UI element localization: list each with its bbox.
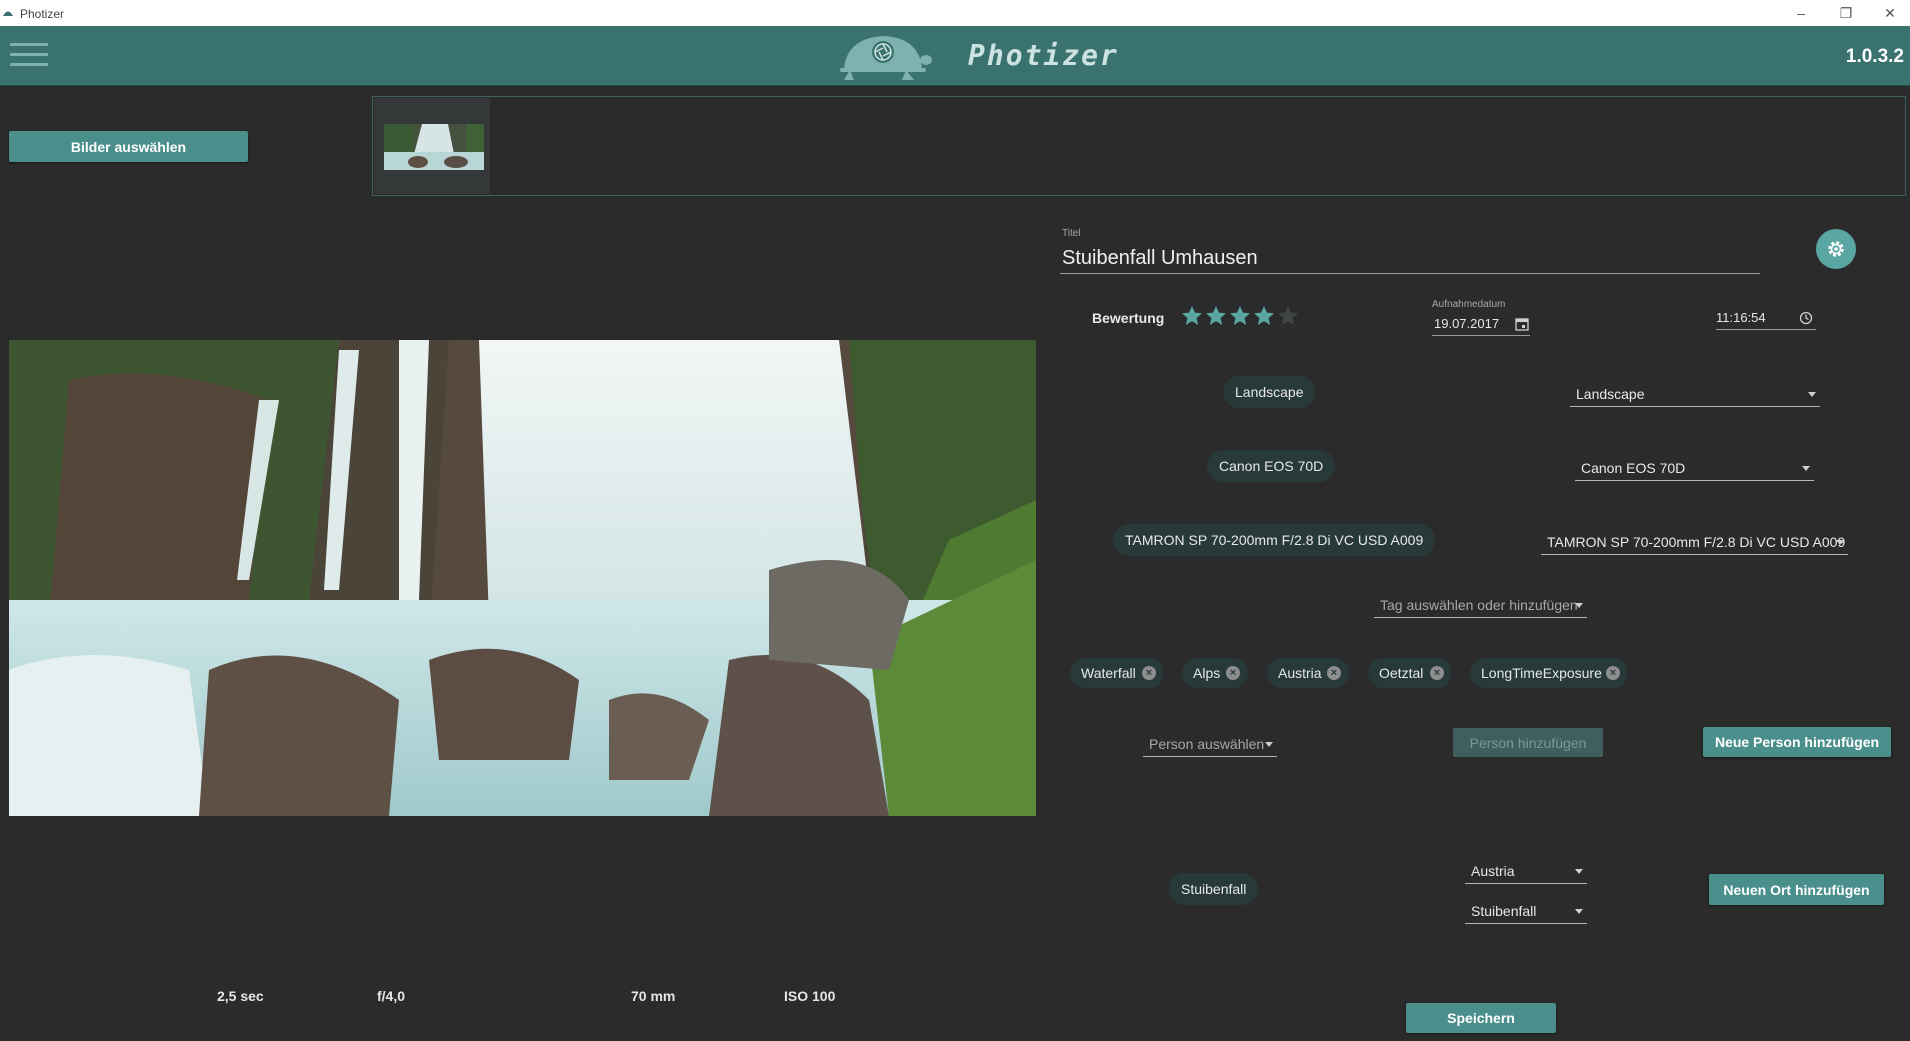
tag-chip: LongTimeExposure × — [1470, 658, 1628, 688]
camera-select[interactable]: Canon EOS 70D — [1575, 455, 1814, 481]
star-icon[interactable] — [1204, 304, 1228, 328]
new-person-button[interactable]: Neue Person hinzufügen — [1703, 727, 1891, 757]
date-underline — [1432, 335, 1530, 336]
minimize-button[interactable]: – — [1779, 2, 1823, 24]
category-select[interactable]: Landscape — [1570, 381, 1820, 407]
logo-text: Photizer — [968, 39, 1119, 72]
gear-icon — [1828, 241, 1844, 257]
title-input[interactable]: Stuibenfall Umhausen — [1062, 247, 1258, 270]
chevron-down-icon — [1808, 392, 1816, 397]
country-select-value: Austria — [1471, 863, 1515, 879]
calendar-icon[interactable] — [1515, 317, 1529, 331]
time-underline — [1716, 329, 1816, 330]
category-chip: Landscape — [1223, 376, 1316, 408]
location-select[interactable]: Stuibenfall — [1465, 898, 1587, 924]
thumbnail-cell[interactable] — [374, 98, 490, 194]
rating-label: Bewertung — [1092, 310, 1165, 326]
tag-select-placeholder: Tag auswählen oder hinzufügen — [1380, 597, 1578, 613]
app-icon — [3, 11, 13, 16]
star-icon[interactable] — [1276, 304, 1300, 328]
star-icon[interactable] — [1180, 304, 1204, 328]
add-person-button[interactable]: Person hinzufügen — [1453, 728, 1603, 757]
restore-button[interactable]: ❐ — [1824, 2, 1868, 24]
thumbnail-strip — [372, 96, 1906, 196]
title-underline — [1060, 273, 1760, 274]
tag-select[interactable]: Tag auswählen oder hinzufügen — [1374, 592, 1587, 618]
focal-length: 70 mm — [631, 988, 676, 1004]
tag-chip-label: Austria — [1278, 665, 1322, 681]
remove-tag-icon[interactable]: × — [1430, 666, 1444, 680]
tag-chip-label: Oetztal — [1379, 665, 1424, 681]
chevron-down-icon — [1836, 540, 1844, 545]
main-photo-waterfall — [9, 340, 1036, 816]
chevron-down-icon — [1575, 869, 1583, 874]
person-select-placeholder: Person auswählen — [1149, 736, 1265, 752]
new-place-button[interactable]: Neuen Ort hinzufügen — [1709, 874, 1884, 905]
star-icon[interactable] — [1228, 304, 1252, 328]
exposure-time: 2,5 sec — [217, 988, 264, 1004]
app-header: Photizer 1.0.3.2 — [0, 26, 1910, 86]
tag-chip-label: Alps — [1193, 665, 1221, 681]
person-select[interactable]: Person auswählen — [1143, 731, 1277, 757]
lens-select-value: TAMRON SP 70-200mm F/2.8 Di VC USD A009 — [1547, 534, 1846, 550]
lens-chip: TAMRON SP 70-200mm F/2.8 Di VC USD A009 — [1113, 524, 1436, 556]
hamburger-menu-icon[interactable] — [10, 43, 48, 71]
location-select-value: Stuibenfall — [1471, 903, 1537, 919]
window-titlebar: Photizer – ❐ ✕ — [0, 0, 1910, 26]
settings-button[interactable] — [1816, 229, 1856, 269]
turtle-aperture-logo-icon — [840, 36, 932, 80]
version-label: 1.0.3.2 — [1845, 46, 1904, 67]
date-input[interactable]: 19.07.2017 — [1434, 316, 1499, 331]
clock-icon[interactable] — [1799, 311, 1813, 325]
date-label: Aufnahmedatum — [1432, 299, 1506, 310]
tag-chip-label: Waterfall — [1081, 665, 1136, 681]
chevron-down-icon — [1802, 466, 1810, 471]
tag-chip: Waterfall × — [1070, 658, 1164, 688]
tag-chip: Alps × — [1182, 658, 1248, 688]
place-chip: Stuibenfall — [1169, 873, 1259, 905]
remove-tag-icon[interactable]: × — [1606, 666, 1620, 680]
aperture-value: f/4,0 — [377, 988, 406, 1004]
country-select[interactable]: Austria — [1465, 858, 1587, 884]
select-images-button[interactable]: Bilder auswählen — [9, 131, 248, 162]
close-window-button[interactable]: ✕ — [1868, 2, 1910, 24]
tag-chip-label: LongTimeExposure — [1481, 665, 1602, 681]
title-label: Titel — [1062, 228, 1081, 239]
chevron-down-icon — [1575, 909, 1583, 914]
chevron-down-icon — [1265, 742, 1273, 747]
remove-tag-icon[interactable]: × — [1327, 666, 1341, 680]
iso-value: ISO 100 — [784, 988, 836, 1004]
category-select-value: Landscape — [1576, 386, 1645, 402]
tag-chip: Austria × — [1267, 658, 1349, 688]
chevron-down-icon — [1575, 603, 1583, 608]
star-icon[interactable] — [1252, 304, 1276, 328]
camera-select-value: Canon EOS 70D — [1581, 460, 1686, 476]
camera-chip: Canon EOS 70D — [1207, 450, 1336, 482]
save-button[interactable]: Speichern — [1406, 1003, 1556, 1033]
remove-tag-icon[interactable]: × — [1142, 666, 1156, 680]
time-input[interactable]: 11:16:54 — [1716, 310, 1766, 325]
window-title: Photizer — [20, 7, 65, 21]
waterfall-thumbnail[interactable] — [384, 124, 484, 170]
tag-chip: Oetztal × — [1368, 658, 1452, 688]
remove-tag-icon[interactable]: × — [1226, 666, 1240, 680]
lens-select[interactable]: TAMRON SP 70-200mm F/2.8 Di VC USD A009 — [1541, 529, 1848, 555]
